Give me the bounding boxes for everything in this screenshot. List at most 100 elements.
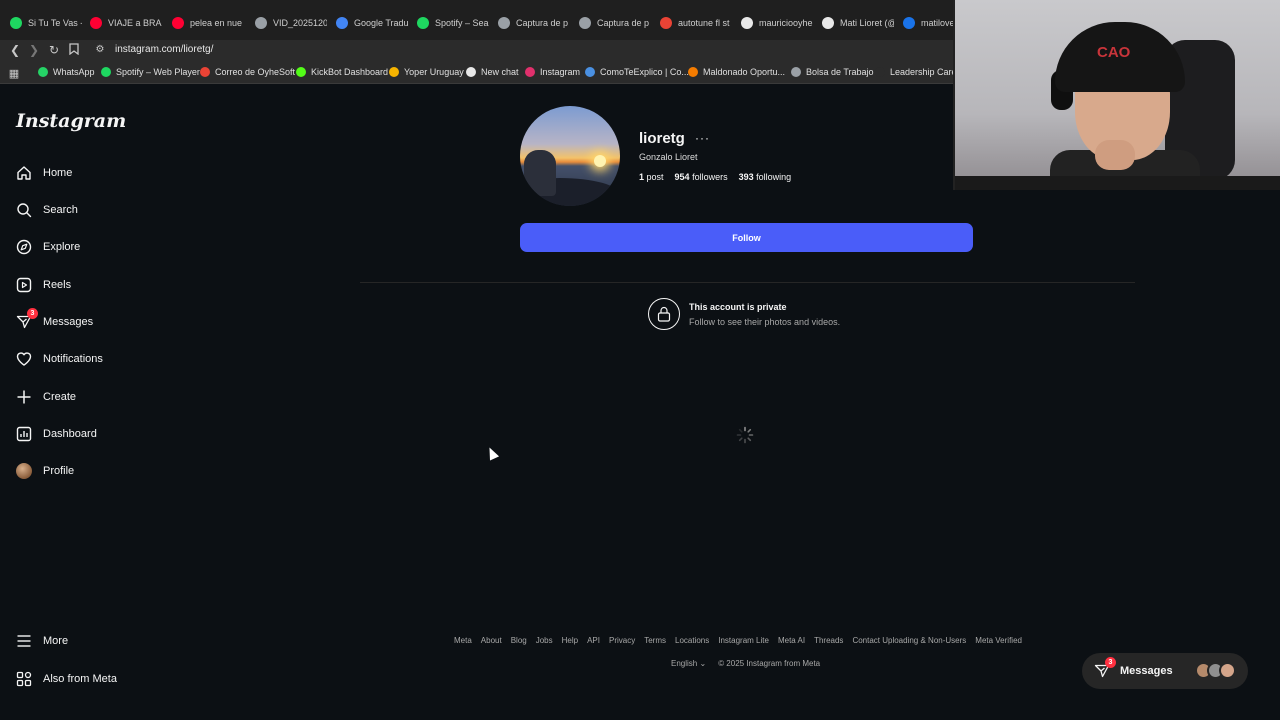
footer-link[interactable]: Privacy: [609, 636, 635, 645]
bookmark-favicon-icon: [688, 67, 698, 77]
sidebar-item-dashboard[interactable]: Dashboard: [16, 426, 97, 442]
following-label: following: [756, 172, 792, 182]
tab-title: Si Tu Te Vas -: [28, 18, 82, 28]
sidebar-item-search[interactable]: Search: [16, 202, 78, 218]
bookmark-item[interactable]: KickBot Dashboard: [296, 67, 388, 77]
footer-link[interactable]: Threads: [814, 636, 843, 645]
messages-icon: 3: [16, 308, 38, 330]
sidebar-item-profile[interactable]: Profile: [16, 463, 74, 479]
copyright: © 2025 Instagram from Meta: [718, 659, 821, 668]
tab-favicon-icon: [903, 17, 915, 29]
language-select[interactable]: English ⌄: [671, 659, 706, 668]
cap-logo: CAO: [1097, 44, 1131, 61]
browser-tab[interactable]: autotune fl st: [660, 13, 732, 33]
lock-icon: [648, 298, 680, 330]
bookmark-icon[interactable]: [67, 43, 81, 57]
browser-tab[interactable]: pelea en nue: [172, 13, 244, 33]
meta-apps-icon: [16, 671, 32, 687]
heart-icon: [16, 351, 32, 367]
reels-icon: [16, 277, 32, 293]
instagram-logo[interactable]: Instagram: [16, 110, 126, 132]
footer-link[interactable]: Meta Verified: [975, 636, 1022, 645]
followers-stat[interactable]: 954 followers: [675, 172, 728, 182]
footer-link[interactable]: Blog: [511, 636, 527, 645]
browser-tab[interactable]: Captura de p: [579, 13, 651, 33]
site-info-icon[interactable]: ⚙: [93, 43, 107, 57]
posts-count: 1: [639, 172, 645, 182]
browser-tab[interactable]: VID_2025120: [255, 13, 327, 33]
footer-bottom: English ⌄ © 2025 Instagram from Meta: [671, 659, 820, 668]
profile-stats: 1 post 954 followers 393 following: [639, 172, 791, 182]
bookmark-item[interactable]: Yoper Uruguay: [389, 67, 464, 77]
bookmark-item[interactable]: WhatsApp: [38, 67, 95, 77]
footer-links: Meta About Blog Jobs Help API Privacy Terms Loca…: [454, 636, 1022, 645]
following-stat[interactable]: 393 following: [739, 172, 792, 182]
sidebar-item-also-from-meta[interactable]: Also from Meta: [16, 671, 117, 687]
footer-link[interactable]: Locations: [675, 636, 709, 645]
tab-favicon-icon: [822, 17, 834, 29]
apps-grid-icon[interactable]: ▦: [7, 67, 21, 81]
bookmark-item[interactable]: New chat: [466, 67, 519, 77]
sidebar-item-create[interactable]: Create: [16, 389, 76, 405]
sidebar-item-home[interactable]: Home: [16, 165, 72, 181]
browser-tab[interactable]: Spotify – Sea: [417, 13, 489, 33]
profile-picture[interactable]: [520, 106, 620, 206]
language-label: English: [671, 659, 698, 668]
sidebar-item-label: Reels: [43, 279, 72, 291]
footer-link[interactable]: About: [481, 636, 502, 645]
footer-link[interactable]: API: [587, 636, 600, 645]
footer-link[interactable]: Meta AI: [778, 636, 805, 645]
sidebar-item-label: Home: [43, 167, 73, 179]
reload-icon[interactable]: ↻: [47, 43, 61, 57]
bookmark-item[interactable]: Instagram: [525, 67, 580, 77]
tab-title: VIAJE a BRAS: [108, 18, 162, 28]
divider: [360, 282, 1135, 283]
webcam-overlay: CAO: [953, 0, 1280, 190]
messages-pill[interactable]: 3 Messages: [1082, 653, 1248, 689]
bookmark-favicon-icon: [466, 67, 476, 77]
footer-link[interactable]: Jobs: [536, 636, 553, 645]
sidebar-item-reels[interactable]: Reels: [16, 277, 71, 293]
sidebar-item-label: Explore: [43, 241, 81, 253]
dashboard-icon: [16, 426, 32, 442]
bookmark-item[interactable]: Spotify – Web Player: [101, 67, 200, 77]
browser-tab[interactable]: Mati Lioret (@: [822, 13, 894, 33]
bookmark-item[interactable]: Maldonado Oportu...: [688, 67, 785, 77]
messages-avatars: [1195, 662, 1236, 679]
followers-label: followers: [692, 172, 728, 182]
sidebar-item-label: Notifications: [43, 353, 103, 365]
forward-icon[interactable]: ❯: [27, 43, 41, 57]
footer-link[interactable]: Help: [562, 636, 578, 645]
sidebar-item-messages[interactable]: 3 Messages: [16, 308, 93, 330]
messages-pill-label: Messages: [1120, 665, 1173, 677]
sidebar-item-more[interactable]: More: [16, 633, 68, 649]
bookmark-item[interactable]: ComoTeExplico | Co...: [585, 67, 689, 77]
sidebar-item-notifications[interactable]: Notifications: [16, 351, 103, 367]
bookmark-label: Correo de OyheSoft: [215, 67, 296, 77]
footer-link[interactable]: Instagram Lite: [718, 636, 769, 645]
browser-tab[interactable]: Captura de p: [498, 13, 570, 33]
footer-link[interactable]: Meta: [454, 636, 472, 645]
bookmark-item[interactable]: Correo de OyheSoft: [200, 67, 295, 77]
browser-tab[interactable]: VIAJE a BRAS: [90, 13, 162, 33]
sidebar-item-label: More: [43, 635, 69, 647]
footer-link[interactable]: Contact Uploading & Non-Users: [852, 636, 966, 645]
bookmark-label: Maldonado Oportu...: [703, 67, 786, 77]
follow-button[interactable]: Follow: [520, 223, 973, 252]
plus-icon: [16, 389, 32, 405]
browser-tab[interactable]: Si Tu Te Vas -: [10, 13, 82, 33]
back-icon[interactable]: ❮: [8, 43, 22, 57]
explore-icon: [16, 239, 32, 255]
more-options-icon[interactable]: ···: [695, 131, 710, 145]
footer-link[interactable]: Terms: [644, 636, 666, 645]
url-input[interactable]: instagram.com/lioretg/: [115, 44, 213, 55]
mouse-cursor: [484, 445, 500, 461]
browser-tab[interactable]: mauriciooyhe: [741, 13, 813, 33]
sidebar-item-explore[interactable]: Explore: [16, 239, 80, 255]
search-icon: [16, 202, 32, 218]
bookmark-item[interactable]: Leadership Career: [875, 67, 965, 77]
bookmark-item[interactable]: Bolsa de Trabajo: [791, 67, 874, 77]
bookmark-favicon-icon: [38, 67, 48, 77]
bookmark-label: Spotify – Web Player: [116, 67, 200, 77]
browser-tab[interactable]: Google Tradu: [336, 13, 408, 33]
